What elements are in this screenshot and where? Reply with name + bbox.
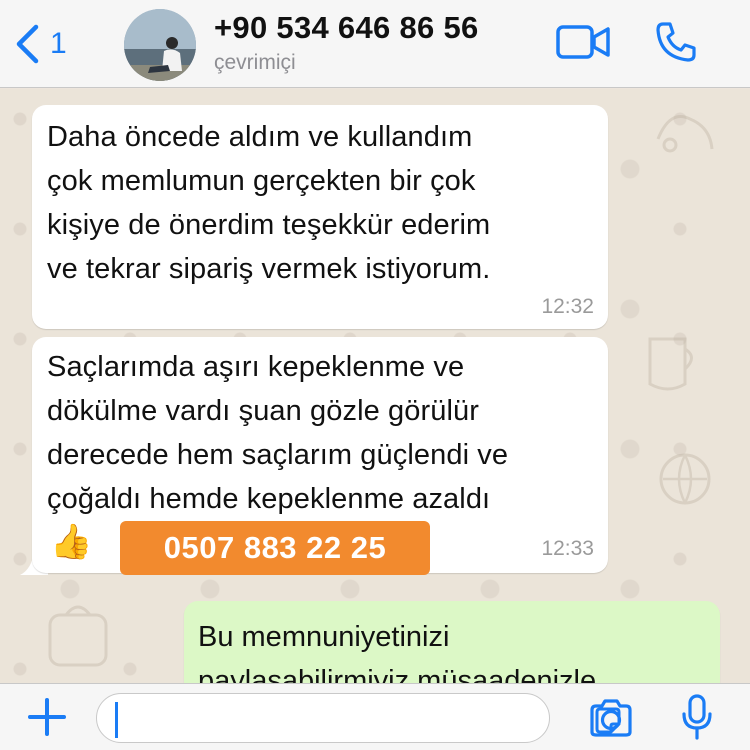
contact-status: çevrimiçi bbox=[214, 51, 296, 74]
wallpaper-doodle-icon bbox=[659, 453, 711, 505]
message-text: Daha öncede aldım ve kullandım çok memlu… bbox=[47, 121, 491, 285]
wallpaper-doodle-icon bbox=[48, 605, 108, 667]
message-bubble-incoming[interactable]: Daha öncede aldım ve kullandım çok memlu… bbox=[32, 105, 608, 329]
text-cursor bbox=[115, 702, 118, 738]
microphone-icon[interactable] bbox=[680, 694, 714, 740]
video-camera-icon[interactable] bbox=[556, 24, 610, 60]
message-text: Bu memnuniyetinizi paylaşabilirmiyiz müs… bbox=[198, 621, 597, 683]
chat-header: 1 +90 534 646 86 56 çevrimiçi bbox=[0, 0, 750, 88]
wallpaper-doodle-icon bbox=[648, 337, 693, 391]
camera-icon[interactable] bbox=[588, 698, 634, 738]
message-input[interactable] bbox=[96, 693, 621, 743]
avatar-photo bbox=[124, 9, 196, 81]
chevron-left-icon bbox=[16, 24, 39, 64]
message-text: Saçlarımda aşırı kepeklenme ve dökülme v… bbox=[47, 351, 509, 515]
input-bar bbox=[0, 683, 750, 750]
plus-icon[interactable] bbox=[26, 696, 68, 738]
chat-area[interactable]: Daha öncede aldım ve kullandım çok memlu… bbox=[0, 89, 750, 683]
phone-number-badge: 0507 883 22 25 bbox=[120, 521, 430, 575]
avatar[interactable] bbox=[124, 9, 196, 81]
back-button[interactable]: 1 bbox=[14, 22, 67, 66]
message-time: 12:32 bbox=[541, 295, 594, 318]
phone-icon[interactable] bbox=[654, 20, 698, 64]
thumbs-up-emoji: 👍 bbox=[50, 523, 93, 561]
contact-name[interactable]: +90 534 646 86 56 bbox=[214, 10, 479, 46]
unread-count: 1 bbox=[50, 27, 67, 60]
message-time: 12:33 bbox=[541, 537, 594, 560]
wallpaper-doodle-icon bbox=[656, 115, 714, 153]
message-bubble-outgoing[interactable]: Bu memnuniyetinizi paylaşabilirmiyiz müs… bbox=[184, 601, 720, 683]
